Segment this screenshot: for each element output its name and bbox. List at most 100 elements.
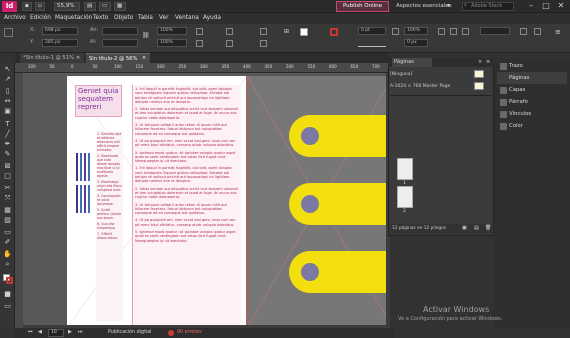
height-field[interactable] bbox=[102, 39, 138, 47]
note-tool-icon[interactable]: ▭ bbox=[3, 228, 12, 236]
minimize-icon[interactable]: – bbox=[525, 1, 537, 12]
narrow-text-frame[interactable]: 1. Simintio apit et oditiimo deleniscia … bbox=[96, 131, 123, 321]
tab-document-1[interactable]: *Sin título-1 @ 51% bbox=[20, 53, 84, 63]
flip-vertical-icon[interactable] bbox=[226, 40, 233, 47]
headline-text-frame[interactable]: Geniet quia sequatem repreri bbox=[75, 85, 122, 117]
decorative-bars-bottom[interactable] bbox=[76, 185, 94, 213]
menu-ver[interactable]: Ver bbox=[159, 13, 168, 24]
yellow-pill-shape-2[interactable] bbox=[289, 183, 390, 225]
fitting-content-icon[interactable] bbox=[450, 28, 457, 35]
scale-x-field[interactable]: 100% bbox=[157, 27, 187, 35]
master-page-row[interactable]: A-1024 × 768 Master Page bbox=[390, 82, 450, 91]
screen-mode-tool-icon[interactable]: ▭ bbox=[3, 302, 12, 310]
apply-color-icon[interactable]: ■ bbox=[3, 290, 12, 298]
pencil-tool-icon[interactable]: ✎ bbox=[3, 150, 12, 158]
menu-texto[interactable]: Texto bbox=[93, 13, 108, 24]
menu-ventana[interactable]: Ventana bbox=[175, 13, 199, 24]
tab-pages[interactable]: Páginas bbox=[392, 58, 432, 67]
menu-tabla[interactable]: Tabla bbox=[138, 13, 153, 24]
bridge-icon[interactable]: ▪ bbox=[22, 2, 32, 11]
workspace-chevron-down-icon[interactable]: ▾ bbox=[447, 2, 450, 9]
scale-y-field[interactable]: 100% bbox=[157, 39, 187, 47]
menu-edicion[interactable]: Edición bbox=[30, 13, 51, 24]
select-container-icon[interactable] bbox=[260, 28, 267, 35]
menu-ayuda[interactable]: Ayuda bbox=[203, 13, 221, 24]
fill-frame-icon[interactable] bbox=[462, 28, 469, 35]
free-transform-tool-icon[interactable]: ⤧ bbox=[3, 194, 12, 202]
dock-layers[interactable]: Capas bbox=[497, 84, 567, 96]
none-master-thumbnail[interactable] bbox=[474, 70, 484, 78]
gap-tool-icon[interactable]: ↔ bbox=[3, 97, 12, 105]
gradient-feather-tool-icon[interactable]: ▧ bbox=[3, 216, 12, 224]
opacity-field[interactable]: 100% bbox=[404, 27, 428, 35]
rotate-icon[interactable] bbox=[196, 28, 203, 35]
flip-horizontal-icon[interactable] bbox=[226, 28, 233, 35]
eyedropper-tool-icon[interactable]: ✐ bbox=[3, 238, 12, 246]
scissors-tool-icon[interactable]: ✂ bbox=[3, 184, 12, 192]
zoom-tool-icon[interactable]: ⌕ bbox=[3, 260, 12, 268]
dock-stroke[interactable]: Trazo bbox=[497, 60, 567, 72]
workspace-switcher[interactable]: Aspectos esenciales bbox=[396, 3, 451, 9]
fx-icon[interactable] bbox=[392, 28, 399, 35]
page-thumbnail-2[interactable] bbox=[397, 186, 413, 208]
align-icon[interactable] bbox=[520, 28, 527, 35]
menu-objeto[interactable]: Objeto bbox=[114, 13, 133, 24]
arrange-documents-icon[interactable]: ▦ bbox=[114, 2, 126, 11]
delete-page-icon[interactable]: 🗑 bbox=[485, 225, 491, 231]
dock-links[interactable]: Vínculos bbox=[497, 108, 567, 120]
menu-archivo[interactable]: Archivo bbox=[4, 13, 26, 24]
last-page-icon[interactable]: ⏭ bbox=[78, 329, 83, 335]
fx-offset-field[interactable]: 0 px bbox=[404, 39, 428, 47]
zoom-level-select[interactable]: 55,9% bbox=[54, 2, 80, 11]
dock-color[interactable]: Color bbox=[497, 120, 567, 132]
close-tab-2-icon[interactable]: × bbox=[142, 55, 146, 61]
fitting-frame-icon[interactable] bbox=[438, 28, 445, 35]
width-field[interactable] bbox=[102, 27, 138, 35]
panel-close-icon[interactable]: × bbox=[478, 59, 482, 65]
new-page-icon[interactable]: ▣ bbox=[462, 225, 467, 231]
stroke-color-icon[interactable] bbox=[6, 277, 13, 284]
dock-paragraph[interactable]: Párrafo bbox=[497, 96, 567, 108]
page-number-field[interactable]: 10 bbox=[48, 329, 64, 337]
content-collector-icon[interactable]: ▣ bbox=[3, 107, 12, 115]
y-field[interactable]: 285 px bbox=[42, 39, 78, 47]
page-thumbnail-1[interactable] bbox=[397, 158, 413, 180]
select-content-icon[interactable] bbox=[260, 40, 267, 47]
stroke-weight-field[interactable]: 0 pt bbox=[358, 27, 386, 35]
preflight-errors[interactable]: 90 errores bbox=[177, 328, 202, 338]
selection-tool-icon[interactable]: ↖ bbox=[3, 65, 12, 73]
dock-pages[interactable]: Páginas bbox=[497, 72, 567, 84]
distribute-icon[interactable] bbox=[534, 28, 541, 35]
rectangle-frame-tool-icon[interactable]: ⊠ bbox=[3, 162, 12, 170]
decorative-bars-top[interactable] bbox=[76, 153, 94, 181]
stroke-type-select[interactable] bbox=[358, 39, 386, 47]
line-tool-icon[interactable]: ╱ bbox=[3, 130, 12, 138]
publish-online-button[interactable]: Publish Online bbox=[336, 1, 389, 12]
menu-maquetacion[interactable]: Maquetación bbox=[55, 13, 92, 24]
shear-icon[interactable] bbox=[196, 40, 203, 47]
screen-mode-icon[interactable]: ▭ bbox=[99, 2, 111, 11]
text-wrap-icon[interactable]: ⊞ bbox=[284, 28, 289, 35]
fill-swatch[interactable] bbox=[300, 28, 308, 36]
gradient-swatch-tool-icon[interactable]: ▦ bbox=[3, 206, 12, 214]
stock-search-input[interactable]: Adobe Stock bbox=[462, 2, 514, 11]
close-tab-1-icon[interactable]: × bbox=[76, 55, 80, 61]
page-tool-icon[interactable]: ▯ bbox=[3, 87, 12, 95]
tab-document-2[interactable]: Sin título-2 @ 56% bbox=[86, 53, 150, 63]
pasteboard[interactable]: Geniet quia sequatem repreri 1. Ihil ita… bbox=[23, 73, 390, 328]
panel-menu-icon[interactable]: ≡ bbox=[555, 28, 561, 36]
maximize-icon[interactable]: □ bbox=[540, 1, 552, 12]
reference-point-icon[interactable] bbox=[4, 28, 13, 37]
view-options-icon[interactable]: ▤ bbox=[84, 2, 96, 11]
type-tool-icon[interactable]: T bbox=[3, 120, 12, 128]
none-master-row[interactable]: [Ninguna] bbox=[390, 70, 412, 79]
stroke-swatch[interactable] bbox=[330, 28, 338, 36]
x-field[interactable]: 698 px bbox=[42, 27, 78, 35]
body-text-frame[interactable]: 1. Ihil itaquil in porridit fugiatilit, … bbox=[132, 85, 241, 328]
preflight-profile[interactable]: Publicación digital bbox=[108, 328, 152, 338]
edit-page-size-icon[interactable]: ▤ bbox=[474, 225, 479, 231]
corner-field[interactable] bbox=[480, 27, 510, 35]
rectangle-tool-icon[interactable]: □ bbox=[3, 172, 12, 180]
prev-page-icon[interactable]: ◀ bbox=[38, 329, 42, 335]
yellow-pill-shape-3[interactable] bbox=[289, 251, 390, 293]
